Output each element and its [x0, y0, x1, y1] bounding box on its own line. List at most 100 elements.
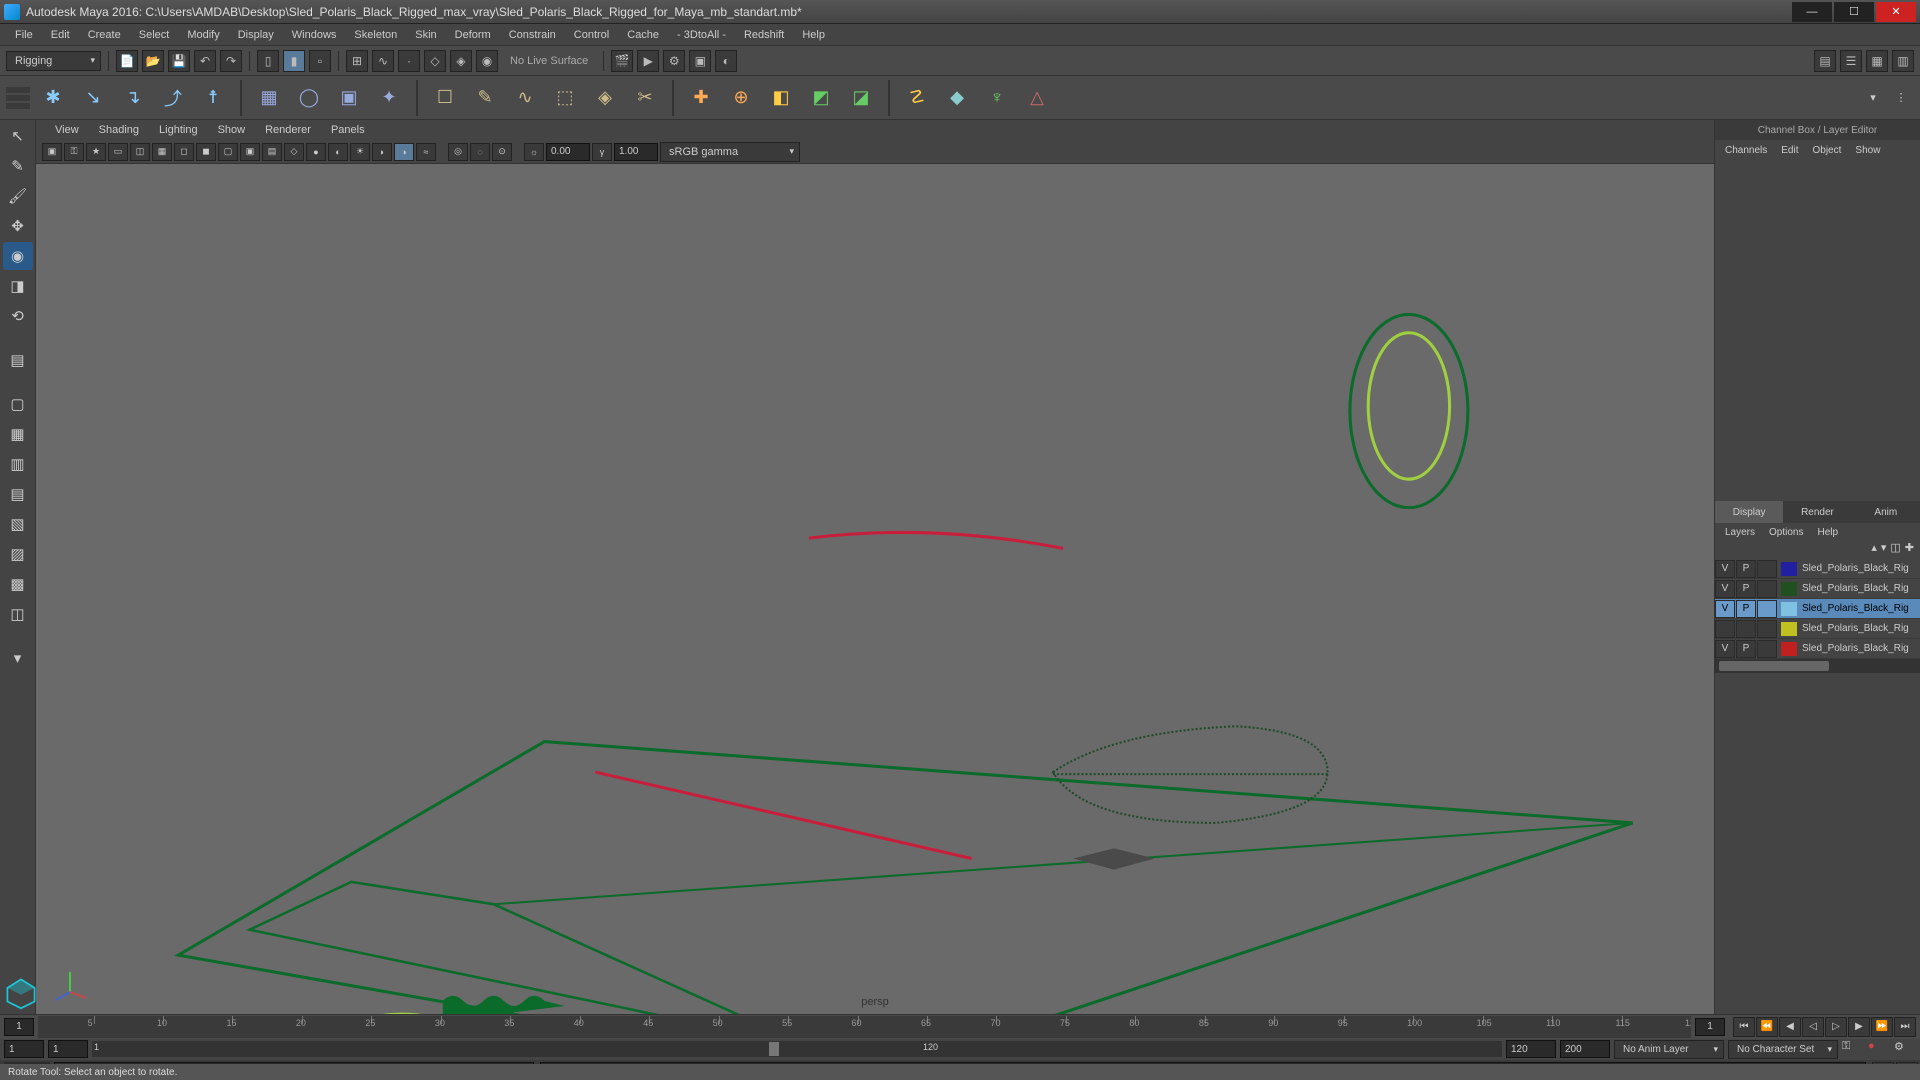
- current-time-field-right[interactable]: [1695, 1018, 1725, 1036]
- shelf-mirror-skin-icon[interactable]: ◈: [588, 81, 622, 115]
- ipr-render-icon[interactable]: ▶: [637, 50, 659, 72]
- rotate-tool-icon[interactable]: ◉: [3, 242, 33, 270]
- layer-vis-toggle[interactable]: V: [1715, 600, 1735, 618]
- menu-skeleton[interactable]: Skeleton: [345, 26, 406, 44]
- layers-help[interactable]: Help: [1811, 526, 1844, 539]
- vp-menu-view[interactable]: View: [46, 122, 88, 138]
- layer-vis-toggle[interactable]: V: [1715, 560, 1735, 578]
- render-view-icon[interactable]: ▣: [689, 50, 711, 72]
- axis-gizmo[interactable]: [50, 964, 90, 1004]
- vp-xray-joints-icon[interactable]: ⊙: [492, 143, 512, 161]
- layer-vis-toggle[interactable]: V: [1715, 640, 1735, 658]
- step-back-key-icon[interactable]: ⏪: [1756, 1017, 1778, 1037]
- layer-row[interactable]: V P Sled_Polaris_Black_Rig: [1715, 559, 1920, 579]
- layer-vis-toggle[interactable]: [1715, 620, 1735, 638]
- paint-select-tool-icon[interactable]: 🖌: [3, 182, 33, 210]
- layer-type-toggle[interactable]: [1757, 640, 1777, 658]
- snap-plane-icon[interactable]: ◇: [424, 50, 446, 72]
- step-fwd-icon[interactable]: ▶: [1848, 1017, 1870, 1037]
- layer-row[interactable]: Sled_Polaris_Black_Rig: [1715, 619, 1920, 639]
- snap-live-icon[interactable]: ◈: [450, 50, 472, 72]
- menu-edit[interactable]: Edit: [42, 26, 79, 44]
- shelf-bind-icon[interactable]: ☐: [428, 81, 462, 115]
- hypershade-icon[interactable]: ◐: [715, 50, 737, 72]
- layer-playback-toggle[interactable]: P: [1736, 600, 1756, 618]
- layer-type-toggle[interactable]: [1757, 600, 1777, 618]
- shelf-locator2-icon[interactable]: ⊕: [724, 81, 758, 115]
- vp-safe-icon[interactable]: ▤: [262, 143, 282, 161]
- vp-exposure-field[interactable]: [546, 143, 590, 161]
- playback-start-field[interactable]: [48, 1040, 88, 1058]
- redo-icon[interactable]: ↷: [220, 50, 242, 72]
- viewport-3d[interactable]: persp: [36, 164, 1714, 1014]
- shelf-constraint-icon[interactable]: ◩: [804, 81, 838, 115]
- shelf-locator-icon[interactable]: ✚: [684, 81, 718, 115]
- shelf-options-icon[interactable]: ⋮: [1890, 86, 1912, 108]
- vp-motion-icon[interactable]: ≈: [416, 143, 436, 161]
- menu-display[interactable]: Display: [229, 26, 283, 44]
- new-scene-icon[interactable]: 📄: [116, 50, 138, 72]
- last-tool-icon[interactable]: ⟲: [3, 302, 33, 330]
- shelf-pose-icon[interactable]: △: [1020, 81, 1054, 115]
- select-by-hierarchy-icon[interactable]: ▯: [257, 50, 279, 72]
- layer-playback-toggle[interactable]: P: [1736, 560, 1756, 578]
- layer-vis-toggle[interactable]: V: [1715, 580, 1735, 598]
- menu-constrain[interactable]: Constrain: [500, 26, 565, 44]
- two-pane-h-icon[interactable]: ▤: [3, 480, 33, 508]
- shelf-tabs-handle[interactable]: [6, 87, 30, 109]
- vp-field-icon[interactable]: ▣: [240, 143, 260, 161]
- make-live-icon[interactable]: ◉: [476, 50, 498, 72]
- tooloptions-icon[interactable]: ▦: [1866, 50, 1888, 72]
- vp-wire-icon[interactable]: ◇: [284, 143, 304, 161]
- time-ruler[interactable]: 5101520253035404550556065707580859095100…: [38, 1016, 1691, 1038]
- shelf-joint-icon[interactable]: ✱: [36, 81, 70, 115]
- three-pane-icon[interactable]: ▧: [3, 510, 33, 538]
- four-pane-icon[interactable]: ▦: [3, 420, 33, 448]
- goto-end-icon[interactable]: ⏭: [1894, 1017, 1916, 1037]
- vp-gamma-field[interactable]: [614, 143, 658, 161]
- anim-layer-dropdown[interactable]: No Anim Layer: [1614, 1040, 1724, 1059]
- vp-menu-panels[interactable]: Panels: [322, 122, 374, 138]
- three-pane2-icon[interactable]: ▨: [3, 540, 33, 568]
- shelf-sphere-icon[interactable]: ◯: [292, 81, 326, 115]
- minimize-button[interactable]: —: [1792, 2, 1832, 22]
- layer-name[interactable]: Sled_Polaris_Black_Rig: [1800, 603, 1920, 614]
- vp-ao-icon[interactable]: ◑: [394, 143, 414, 161]
- prefs-icon[interactable]: ⚙: [1894, 1040, 1916, 1058]
- shelf-parent-icon[interactable]: ◪: [844, 81, 878, 115]
- layer-name[interactable]: Sled_Polaris_Black_Rig: [1800, 623, 1920, 634]
- shelf-human-icon[interactable]: ♆: [980, 81, 1014, 115]
- layer-playback-toggle[interactable]: P: [1736, 640, 1756, 658]
- layer-row[interactable]: V P Sled_Polaris_Black_Rig: [1715, 639, 1920, 659]
- vp-gate-mask-icon[interactable]: ▢: [218, 143, 238, 161]
- step-back-icon[interactable]: ◀: [1779, 1017, 1801, 1037]
- shelf-ik-icon[interactable]: ↘: [76, 81, 110, 115]
- tab-anim[interactable]: Anim: [1852, 501, 1920, 523]
- vp-grid-icon[interactable]: ▦: [152, 143, 172, 161]
- snap-grid-icon[interactable]: ⊞: [346, 50, 368, 72]
- two-pane-icon[interactable]: ▥: [3, 450, 33, 478]
- layer-playback-toggle[interactable]: [1736, 620, 1756, 638]
- channelbox-icon[interactable]: ▥: [1892, 50, 1914, 72]
- layer-type-toggle[interactable]: [1757, 580, 1777, 598]
- tab-display[interactable]: Display: [1715, 501, 1783, 523]
- menu-skin[interactable]: Skin: [406, 26, 445, 44]
- lasso-tool-icon[interactable]: ✎: [3, 152, 33, 180]
- render-settings-icon[interactable]: ⚙: [663, 50, 685, 72]
- vp-menu-lighting[interactable]: Lighting: [150, 122, 207, 138]
- vp-lights-icon[interactable]: ☀: [350, 143, 370, 161]
- custom-layout2-icon[interactable]: ◫: [3, 600, 33, 628]
- shelf-edit-icon[interactable]: ▾: [1862, 86, 1884, 108]
- play-back-icon[interactable]: ◁: [1802, 1017, 1824, 1037]
- shelf-detach-icon[interactable]: ✂: [628, 81, 662, 115]
- character-set-dropdown[interactable]: No Character Set: [1728, 1040, 1838, 1059]
- menu-redshift[interactable]: Redshift: [735, 26, 793, 44]
- select-by-object-icon[interactable]: ▮: [283, 50, 305, 72]
- menu-select[interactable]: Select: [130, 26, 179, 44]
- layer-type-toggle[interactable]: [1757, 620, 1777, 638]
- layer-name[interactable]: Sled_Polaris_Black_Rig: [1800, 643, 1920, 654]
- vp-exposure-icon[interactable]: ☼: [524, 143, 544, 161]
- goto-start-icon[interactable]: ⏮: [1733, 1017, 1755, 1037]
- vp-2d-icon[interactable]: ◫: [130, 143, 150, 161]
- select-tool-icon[interactable]: ↖: [3, 122, 33, 150]
